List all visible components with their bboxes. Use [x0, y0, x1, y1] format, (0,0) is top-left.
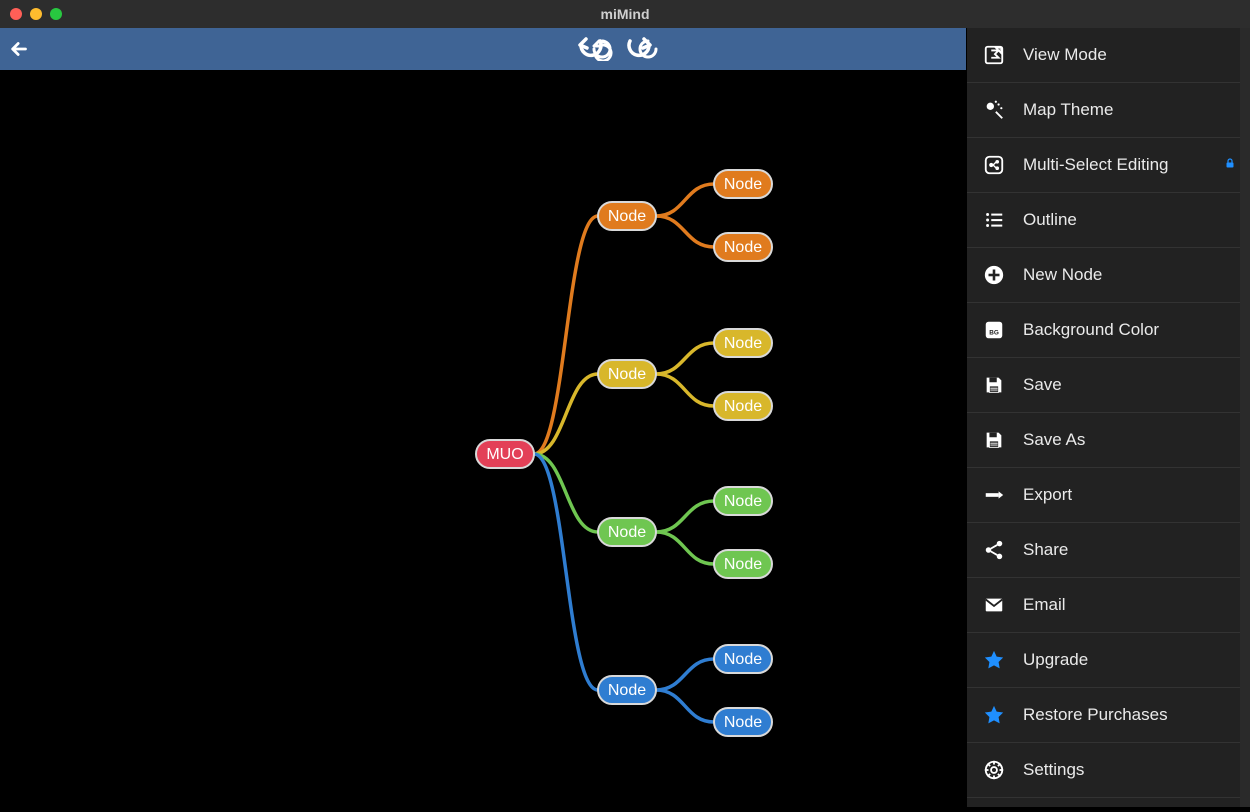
mindmap-canvas[interactable]: MUO Node Node Node Node Node Node Node Node Node N… — [0, 70, 965, 807]
undo-button[interactable] — [588, 35, 616, 63]
mindmap-node-label: Node — [724, 714, 762, 731]
menu-item-save-as[interactable]: Save As — [967, 413, 1250, 468]
menu-item-new-node[interactable]: New Node — [967, 248, 1250, 303]
mindmap-node-label: Node — [608, 366, 646, 383]
mindmap-node-label: Node — [608, 208, 646, 225]
mindmap-node[interactable]: Node — [714, 233, 772, 261]
mindmap-node-label: Node — [724, 556, 762, 573]
menu-item-label: Settings — [1023, 760, 1084, 780]
map-theme-icon — [983, 99, 1005, 121]
menu-item-label: Save As — [1023, 430, 1085, 450]
mindmap-edge — [656, 532, 714, 564]
window-maximize-button[interactable] — [50, 8, 62, 20]
multi-select-icon — [983, 154, 1005, 176]
window-controls — [0, 8, 62, 20]
mindmap-node-label: Node — [608, 524, 646, 541]
menu-item-email[interactable]: Email — [967, 578, 1250, 633]
menu-item-save[interactable]: Save — [967, 358, 1250, 413]
menu-item-label: Outline — [1023, 210, 1077, 230]
menu-item-label: New Node — [1023, 265, 1102, 285]
redo-icon — [636, 37, 660, 61]
menu-item-label: Save — [1023, 375, 1062, 395]
menu-item-label: Multi-Select Editing — [1023, 155, 1169, 175]
menu-item-multi-select[interactable]: Multi-Select Editing — [967, 138, 1250, 193]
window-minimize-button[interactable] — [30, 8, 42, 20]
email-icon — [983, 594, 1005, 616]
menu-item-label: Upgrade — [1023, 650, 1088, 670]
mindmap-edge — [656, 184, 714, 216]
save-icon — [983, 429, 1005, 451]
mindmap-edge — [656, 343, 714, 374]
menu-item-label: Export — [1023, 485, 1072, 505]
menu-item-view-mode[interactable]: View Mode — [967, 28, 1250, 83]
menu-item-label: View Mode — [1023, 45, 1107, 65]
share-icon — [983, 539, 1005, 561]
window-titlebar: miMind — [0, 0, 1250, 28]
svg-text:BG: BG — [989, 330, 999, 337]
lock-icon — [1224, 155, 1236, 175]
mindmap-svg: MUO Node Node Node Node Node Node Node Node Node N… — [0, 70, 965, 807]
undo-icon — [590, 37, 614, 61]
main-menu[interactable]: View Mode Map Theme Multi-Select Editing Ou… — [966, 28, 1250, 807]
settings-icon — [983, 759, 1005, 781]
back-arrow-icon — [9, 38, 31, 60]
menu-item-share[interactable]: Share — [967, 523, 1250, 578]
menu-item-export[interactable]: Export — [967, 468, 1250, 523]
mindmap-edge — [656, 216, 714, 247]
new-node-icon — [983, 264, 1005, 286]
mindmap-node[interactable]: Node — [714, 550, 772, 578]
mindmap-node[interactable]: Node — [714, 645, 772, 673]
mindmap-node[interactable]: Node — [714, 487, 772, 515]
star-icon — [983, 649, 1005, 671]
mindmap-edge — [656, 374, 714, 406]
mindmap-node[interactable]: Node — [598, 360, 656, 388]
menu-item-outline[interactable]: Outline — [967, 193, 1250, 248]
outline-icon — [983, 209, 1005, 231]
star-icon — [983, 704, 1005, 726]
mindmap-node[interactable]: Node — [714, 708, 772, 736]
mindmap-edge — [656, 690, 714, 722]
mindmap-node[interactable]: Node — [598, 676, 656, 704]
menu-item-label: Share — [1023, 540, 1068, 560]
mindmap-node-label: Node — [724, 335, 762, 352]
menu-item-label: Background Color — [1023, 320, 1159, 340]
mindmap-node[interactable]: Node — [598, 202, 656, 230]
menu-item-upgrade[interactable]: Upgrade — [967, 633, 1250, 688]
menu-item-label: Email — [1023, 595, 1066, 615]
mindmap-node[interactable]: Node — [714, 329, 772, 357]
menu-item-label: Restore Purchases — [1023, 705, 1168, 725]
window-close-button[interactable] — [10, 8, 22, 20]
bg-color-icon: BG — [983, 319, 1005, 341]
export-icon — [983, 484, 1005, 506]
mindmap-node-label: Node — [724, 398, 762, 415]
mindmap-node-label: Node — [724, 651, 762, 668]
mindmap-edge — [656, 659, 714, 690]
mindmap-node-label: Node — [608, 682, 646, 699]
mindmap-node[interactable]: Node — [714, 170, 772, 198]
mindmap-node[interactable]: MUO — [476, 440, 534, 468]
save-icon — [983, 374, 1005, 396]
back-button[interactable] — [0, 28, 40, 70]
view-mode-icon — [983, 44, 1005, 66]
menu-item-map-theme[interactable]: Map Theme — [967, 83, 1250, 138]
mindmap-edge — [656, 501, 714, 532]
window-scrollbar[interactable] — [1240, 28, 1250, 807]
window-title: miMind — [601, 6, 650, 22]
mindmap-node-label: Node — [724, 239, 762, 256]
menu-item-label: Map Theme — [1023, 100, 1113, 120]
menu-item-background-color[interactable]: BG Background Color — [967, 303, 1250, 358]
menu-item-restore[interactable]: Restore Purchases — [967, 688, 1250, 743]
redo-button[interactable] — [634, 35, 662, 63]
mindmap-node[interactable]: Node — [714, 392, 772, 420]
mindmap-node[interactable]: Node — [598, 518, 656, 546]
mindmap-node-label: Node — [724, 176, 762, 193]
menu-item-settings[interactable]: Settings — [967, 743, 1250, 798]
mindmap-node-label: MUO — [486, 446, 523, 463]
mindmap-node-label: Node — [724, 493, 762, 510]
